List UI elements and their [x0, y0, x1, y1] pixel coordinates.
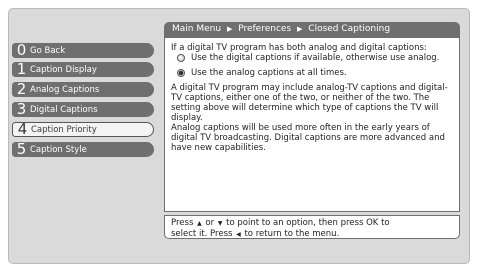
breadcrumb-item-preferences: Preferences — [238, 24, 292, 34]
breadcrumb-separator-icon: ▶ — [226, 25, 233, 33]
menu-item-number: 2 — [16, 80, 27, 98]
menu-item-label: Digital Captions — [30, 104, 98, 115]
breadcrumb: Main Menu ▶ Preferences ▶ Closed Caption… — [164, 22, 460, 37]
help-text: to point to an option, then press OK to — [226, 218, 390, 228]
description-paragraph: Analog captions will be used more often … — [171, 123, 445, 153]
menu-item-caption-display[interactable]: 1 Caption Display — [12, 62, 154, 77]
option-digital-first[interactable]: Use the digital captions if available, o… — [177, 53, 453, 63]
menu-item-label: Caption Priority — [31, 124, 97, 135]
breadcrumb-item-main-menu: Main Menu — [172, 24, 222, 34]
help-text: select it. Press — [171, 229, 233, 239]
menu-item-number: 1 — [16, 60, 27, 78]
menu-item-label: Caption Display — [30, 64, 97, 75]
help-bar: Press ▲ or ▼ to point to an option, then… — [164, 215, 460, 239]
option-analog-always[interactable]: Use the analog captions at all times. — [177, 68, 453, 78]
menu-item-number: 4 — [17, 120, 28, 138]
help-line-1: Press ▲ or ▼ to point to an option, then… — [171, 218, 453, 229]
option-label: Use the analog captions at all times. — [191, 68, 347, 78]
down-arrow-icon: ▼ — [217, 220, 223, 227]
menu-item-go-back[interactable]: 0 Go Back — [12, 43, 154, 58]
breadcrumb-item-closed-captioning: Closed Captioning — [308, 24, 391, 34]
help-text: to return to the menu. — [244, 229, 340, 239]
content-panel: If a digital TV program has both analog … — [164, 37, 460, 212]
description-paragraph: A digital TV program may include analog-… — [171, 83, 448, 123]
menu-item-number: 0 — [16, 41, 27, 59]
menu-item-label: Analog Captions — [30, 84, 100, 95]
help-text: Press — [171, 218, 194, 228]
radio-unselected-icon[interactable] — [177, 54, 185, 62]
up-arrow-icon: ▲ — [197, 220, 202, 227]
help-text: or — [205, 218, 215, 228]
breadcrumb-separator-icon: ▶ — [297, 25, 303, 33]
menu-item-digital-captions[interactable]: 3 Digital Captions — [12, 102, 154, 117]
left-arrow-icon: ◀ — [236, 231, 241, 238]
menu-item-label: Go Back — [30, 45, 66, 56]
help-line-2: select it. Press ◀ to return to the menu… — [171, 229, 453, 240]
menu-item-label: Caption Style — [30, 144, 87, 155]
menu-item-caption-priority[interactable]: 4 Caption Priority — [12, 122, 154, 137]
menu-item-analog-captions[interactable]: 2 Analog Captions — [12, 82, 154, 97]
intro-text: If a digital TV program has both analog … — [171, 43, 427, 53]
menu-item-number: 5 — [16, 140, 27, 158]
menu-item-number: 3 — [16, 100, 27, 118]
menu-item-caption-style[interactable]: 5 Caption Style — [12, 142, 154, 157]
radio-selected-icon[interactable] — [177, 69, 185, 77]
option-label: Use the digital captions if available, o… — [191, 53, 440, 63]
